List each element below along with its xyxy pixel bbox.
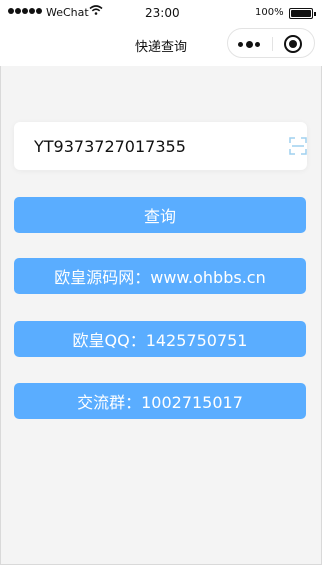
- mini-program-capsule: [227, 28, 315, 58]
- close-icon[interactable]: [284, 35, 302, 53]
- carrier-name: WeChat: [46, 6, 89, 19]
- query-button[interactable]: 查询: [14, 197, 306, 233]
- nav-bar: 快递查询: [0, 26, 322, 66]
- battery-icon: [289, 8, 316, 19]
- wifi-icon: [89, 5, 103, 15]
- scan-icon[interactable]: [289, 137, 307, 155]
- tracking-number-input[interactable]: [34, 134, 264, 158]
- capsule-divider: [272, 37, 273, 51]
- tracking-input-card: [14, 122, 307, 170]
- signal-icon: [8, 8, 42, 14]
- qq-button[interactable]: 欧皇QQ：1425750751: [14, 321, 306, 357]
- group-button[interactable]: 交流群：1002715017: [14, 383, 306, 419]
- battery-percent: 100%: [255, 7, 284, 18]
- more-icon[interactable]: [238, 40, 260, 48]
- status-bar: WeChat 23:00 100%: [0, 0, 322, 26]
- website-button[interactable]: 欧皇源码网：www.ohbbs.cn: [14, 258, 306, 294]
- clock: 23:00: [145, 6, 180, 20]
